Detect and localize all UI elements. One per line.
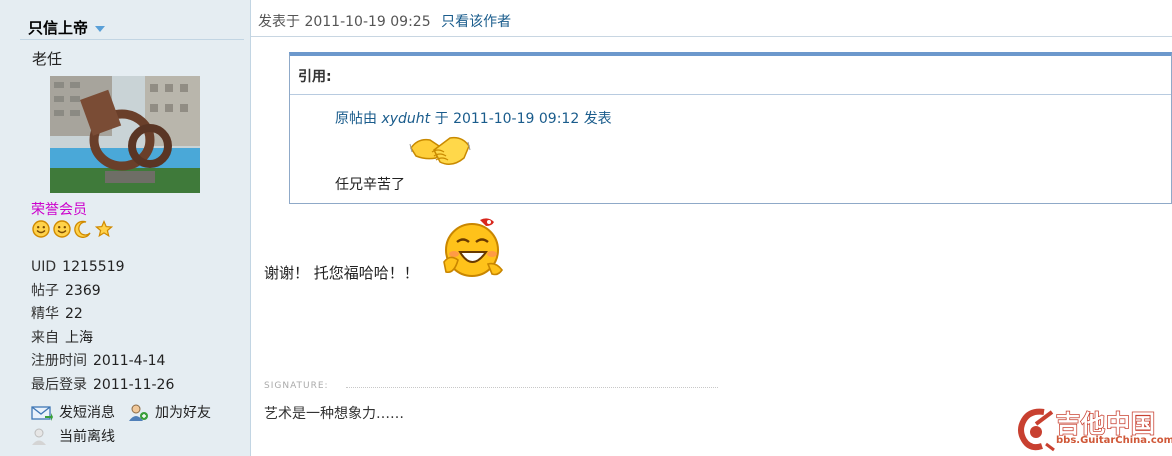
handshake-emoticon-icon <box>408 128 472 176</box>
watermark-title: 吉他中国 <box>1055 409 1156 439</box>
stat-value[interactable]: 1215519 <box>62 259 124 275</box>
send-message-link[interactable]: 发短消息 <box>59 401 115 425</box>
watermark-url: bbs.GuitarChina.com <box>1056 435 1172 446</box>
laughing-emoticon-icon <box>440 214 508 280</box>
post-header: 发表于 2011-10-19 09:25 只看该作者 <box>258 11 511 31</box>
online-status: 当前离线 <box>59 429 115 445</box>
username-row[interactable]: 只信上帝 <box>20 14 244 40</box>
envelope-icon[interactable] <box>31 404 53 422</box>
chevron-down-icon[interactable] <box>95 26 105 32</box>
user-nickname: 老任 <box>32 50 63 68</box>
stat-value: 上海 <box>65 329 93 346</box>
post-message: 谢谢！ 托您福哈哈！！ <box>264 264 419 282</box>
signature-divider <box>346 387 718 388</box>
user-actions: 发短消息 加为好友 当前离线 <box>31 401 211 449</box>
add-friend-link[interactable]: 加为好友 <box>155 401 211 425</box>
guitar-logo-icon <box>1018 408 1055 452</box>
quote-title: 引用: <box>298 69 332 85</box>
stat-label: 注册时间 <box>31 353 87 369</box>
header-divider <box>251 36 1172 37</box>
stat-last-login: 最后登录 2011-11-26 <box>31 374 174 398</box>
user-group: 荣誉会员 <box>31 202 87 218</box>
posted-label: 发表于 <box>258 14 300 30</box>
stat-label: 来自 <box>31 329 59 346</box>
posted-time: 2011-10-19 09:25 <box>304 14 431 30</box>
stat-value: 2011-4-14 <box>93 353 166 369</box>
site-watermark: 吉他中国 bbs.GuitarChina.com <box>1016 404 1172 452</box>
smiley-icon <box>31 220 51 240</box>
add-friend-icon[interactable] <box>127 404 149 422</box>
stat-uid: UID 1215519 <box>31 256 174 280</box>
avatar[interactable] <box>50 76 200 193</box>
stat-digest: 精华 22 <box>31 303 174 327</box>
quote-meta-suffix[interactable]: 发表 <box>584 111 612 127</box>
stat-posts: 帖子 2369 <box>31 280 174 304</box>
stat-value[interactable]: 22 <box>65 306 83 322</box>
star-icon <box>94 219 114 240</box>
only-author-link[interactable]: 只看该作者 <box>441 14 511 30</box>
quote-meta-mid[interactable]: 于 <box>435 111 449 127</box>
stat-label: 最后登录 <box>31 376 87 393</box>
stat-label: UID <box>31 259 57 275</box>
user-stats: UID 1215519 帖子 2369 精华 22 来自 上海 注册时间 2011-4-1… <box>31 256 174 397</box>
quote-block: 引用: 原帖由 xyduht 于 2011-10-19 09:12 发表 任兄辛… <box>289 52 1172 204</box>
stat-value[interactable]: 2369 <box>65 283 101 299</box>
quote-time[interactable]: 2011-10-19 09:12 <box>453 111 579 127</box>
stat-location: 来自 上海 <box>31 327 174 351</box>
avatar-image <box>50 76 200 193</box>
moon-icon <box>73 220 93 240</box>
quote-meta: 原帖由 xyduht 于 2011-10-19 09:12 发表 <box>335 108 612 128</box>
stat-register-date: 注册时间 2011-4-14 <box>31 350 174 374</box>
quote-divider <box>290 94 1171 95</box>
quote-meta-prefix[interactable]: 原帖由 <box>335 111 377 127</box>
online-status-row: 当前离线 <box>31 425 211 449</box>
author-sidebar: 只信上帝 老任 荣誉会员 UID 1215519 帖子 2369 精华 22 来… <box>0 0 251 456</box>
signature-label: SIGNATURE: <box>264 381 329 391</box>
signature-text: 艺术是一种想象力…… <box>264 406 404 422</box>
stat-label: 帖子 <box>31 282 59 299</box>
username-link[interactable]: 只信上帝 <box>28 17 88 38</box>
send-message-row: 发短消息 加为好友 <box>31 401 211 425</box>
stat-value: 2011-11-26 <box>93 376 175 393</box>
rank-stars <box>31 219 114 240</box>
stat-label: 精华 <box>31 306 59 322</box>
quote-author[interactable]: xyduht <box>381 111 430 127</box>
quote-text: 任兄辛苦了 <box>335 177 405 193</box>
offline-user-icon <box>31 428 53 446</box>
smiley-icon <box>52 220 72 240</box>
